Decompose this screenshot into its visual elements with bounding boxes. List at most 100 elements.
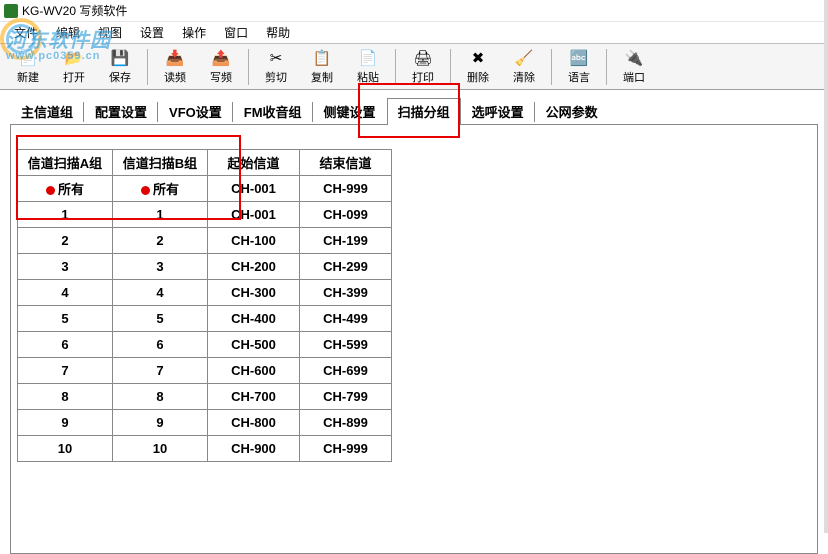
- toolbar-cut-button[interactable]: ✂剪切: [254, 46, 298, 88]
- cell[interactable]: CH-999: [300, 176, 392, 202]
- cell[interactable]: CH-001: [208, 176, 300, 202]
- cell[interactable]: CH-799: [300, 384, 392, 410]
- cell[interactable]: CH-099: [300, 202, 392, 228]
- col-header[interactable]: 信道扫描A组: [18, 150, 113, 176]
- toolbar-separator: [248, 49, 249, 85]
- menu-帮助[interactable]: 帮助: [258, 22, 298, 43]
- tab-config[interactable]: 配置设置: [84, 98, 158, 125]
- cell[interactable]: CH-100: [208, 228, 300, 254]
- cell[interactable]: 10: [113, 436, 208, 462]
- cell[interactable]: CH-200: [208, 254, 300, 280]
- cell[interactable]: 5: [18, 306, 113, 332]
- title-bar: KG-WV20 写频软件: [0, 0, 828, 22]
- col-header[interactable]: 起始信道: [208, 150, 300, 176]
- tab-selcall[interactable]: 选呼设置: [461, 98, 535, 125]
- table-row[interactable]: 22CH-100CH-199: [18, 228, 392, 254]
- menu-设置[interactable]: 设置: [132, 22, 172, 43]
- cell[interactable]: 2: [18, 228, 113, 254]
- cell[interactable]: CH-899: [300, 410, 392, 436]
- toolbar-clear-button[interactable]: 🧹清除: [502, 46, 546, 88]
- cell[interactable]: CH-399: [300, 280, 392, 306]
- cell[interactable]: CH-400: [208, 306, 300, 332]
- cell[interactable]: CH-700: [208, 384, 300, 410]
- cell[interactable]: 10: [18, 436, 113, 462]
- toolbar-read-button[interactable]: 📥读频: [153, 46, 197, 88]
- cell[interactable]: 9: [18, 410, 113, 436]
- cell[interactable]: CH-900: [208, 436, 300, 462]
- menu-操作[interactable]: 操作: [174, 22, 214, 43]
- toolbar-delete-button[interactable]: ✖删除: [456, 46, 500, 88]
- menu-窗口[interactable]: 窗口: [216, 22, 256, 43]
- table-row[interactable]: 44CH-300CH-399: [18, 280, 392, 306]
- toolbar-new-button[interactable]: 📄新建: [6, 46, 50, 88]
- cell[interactable]: 7: [18, 358, 113, 384]
- table-row[interactable]: 33CH-200CH-299: [18, 254, 392, 280]
- cell[interactable]: 4: [18, 280, 113, 306]
- tab-main-chan[interactable]: 主信道组: [10, 98, 84, 125]
- menu-文件[interactable]: 文件: [6, 22, 46, 43]
- tab-sidekey[interactable]: 侧键设置: [313, 98, 387, 125]
- table-row[interactable]: 11CH-001CH-099: [18, 202, 392, 228]
- cell[interactable]: 9: [113, 410, 208, 436]
- cell[interactable]: 8: [113, 384, 208, 410]
- cell[interactable]: CH-299: [300, 254, 392, 280]
- cell[interactable]: CH-600: [208, 358, 300, 384]
- col-header[interactable]: 结束信道: [300, 150, 392, 176]
- toolbar-clear-label: 清除: [513, 69, 535, 85]
- scan-group-table: 信道扫描A组信道扫描B组起始信道结束信道 所有所有CH-001CH-99911C…: [17, 149, 392, 462]
- cell[interactable]: 2: [113, 228, 208, 254]
- cell[interactable]: CH-699: [300, 358, 392, 384]
- cell[interactable]: 1: [18, 202, 113, 228]
- cell[interactable]: 5: [113, 306, 208, 332]
- toolbar-write-button[interactable]: 📤写频: [199, 46, 243, 88]
- tab-pubnet[interactable]: 公网参数: [535, 98, 609, 125]
- cell[interactable]: 1: [113, 202, 208, 228]
- toolbar-lang-button[interactable]: 🔤语言: [557, 46, 601, 88]
- cell[interactable]: 3: [18, 254, 113, 280]
- table-row[interactable]: 1010CH-900CH-999: [18, 436, 392, 462]
- tab-vfo[interactable]: VFO设置: [158, 98, 233, 125]
- toolbar-print-button[interactable]: 🖨打印: [401, 46, 445, 88]
- toolbar-paste-button[interactable]: 📄粘贴: [346, 46, 390, 88]
- cell[interactable]: 8: [18, 384, 113, 410]
- save-icon: 💾: [110, 49, 130, 67]
- cell[interactable]: 所有: [18, 176, 113, 202]
- toolbar-open-button[interactable]: 📂打开: [52, 46, 96, 88]
- table-row[interactable]: 66CH-500CH-599: [18, 332, 392, 358]
- write-icon: 📤: [211, 49, 231, 67]
- cell[interactable]: CH-599: [300, 332, 392, 358]
- new-icon: 📄: [18, 49, 38, 67]
- cell[interactable]: CH-999: [300, 436, 392, 462]
- table-row[interactable]: 99CH-800CH-899: [18, 410, 392, 436]
- cell[interactable]: CH-800: [208, 410, 300, 436]
- table-row[interactable]: 55CH-400CH-499: [18, 306, 392, 332]
- toolbar-port-button[interactable]: 🔌端口: [612, 46, 656, 88]
- cell[interactable]: 4: [113, 280, 208, 306]
- cell[interactable]: 所有: [113, 176, 208, 202]
- cell[interactable]: CH-300: [208, 280, 300, 306]
- col-header[interactable]: 信道扫描B组: [113, 150, 208, 176]
- table-row[interactable]: 88CH-700CH-799: [18, 384, 392, 410]
- tab-fm[interactable]: FM收音组: [233, 98, 313, 125]
- toolbar-separator: [551, 49, 552, 85]
- tab-scan-group[interactable]: 扫描分组: [387, 98, 461, 125]
- toolbar-separator: [450, 49, 451, 85]
- cell[interactable]: 6: [18, 332, 113, 358]
- table-row[interactable]: 77CH-600CH-699: [18, 358, 392, 384]
- scrollbar-edge: [824, 0, 828, 533]
- cell[interactable]: 6: [113, 332, 208, 358]
- cell[interactable]: 7: [113, 358, 208, 384]
- toolbar-save-button[interactable]: 💾保存: [98, 46, 142, 88]
- toolbar-port-label: 端口: [623, 69, 645, 85]
- cell[interactable]: CH-499: [300, 306, 392, 332]
- toolbar-read-label: 读频: [164, 69, 186, 85]
- menu-视图[interactable]: 视图: [90, 22, 130, 43]
- menu-编辑[interactable]: 编辑: [48, 22, 88, 43]
- cell[interactable]: CH-500: [208, 332, 300, 358]
- toolbar-open-label: 打开: [63, 69, 85, 85]
- cell[interactable]: CH-001: [208, 202, 300, 228]
- toolbar-copy-button[interactable]: 📋复制: [300, 46, 344, 88]
- cell[interactable]: 3: [113, 254, 208, 280]
- cell[interactable]: CH-199: [300, 228, 392, 254]
- table-row[interactable]: 所有所有CH-001CH-999: [18, 176, 392, 202]
